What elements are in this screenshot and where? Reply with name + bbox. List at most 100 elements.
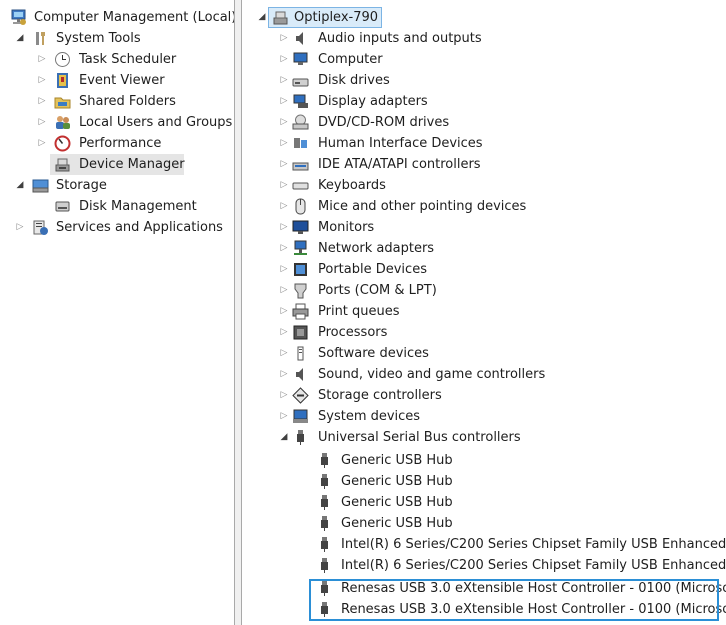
category-ports[interactable]: ▷ Ports (COM & LPT) [242, 280, 722, 301]
tree-node-computer-management[interactable]: Computer Management (Local) [0, 7, 234, 28]
computer-name-label: Optiplex-790 [294, 10, 379, 25]
device-tree-pane: ◢ Optiplex-790 ▷ Audio inputs and output… [241, 0, 726, 625]
tree-node-task-scheduler[interactable]: ▷ Task Scheduler [0, 49, 234, 70]
usb-device-label: Intel(R) 6 Series/C200 Series Chipset Fa… [341, 537, 726, 552]
expanded-arrow-icon[interactable]: ◢ [256, 7, 268, 28]
collapsed-arrow-icon[interactable]: ▷ [278, 280, 290, 301]
usb-icon [292, 429, 309, 446]
tree-node-storage[interactable]: ◢ Storage [0, 175, 234, 196]
collapsed-arrow-icon[interactable]: ▷ [278, 385, 290, 406]
printer-icon [292, 303, 309, 320]
collapsed-arrow-icon[interactable]: ▷ [278, 343, 290, 364]
tree-node-label: Task Scheduler [79, 52, 177, 67]
tree-node-disk-management[interactable]: Disk Management [0, 196, 234, 217]
category-label: Software devices [318, 346, 429, 361]
category-label: Processors [318, 325, 388, 340]
usb-device-icon [316, 452, 333, 469]
collapsed-arrow-icon[interactable]: ▷ [14, 217, 26, 238]
collapsed-arrow-icon[interactable]: ▷ [278, 259, 290, 280]
disk-drive-icon [292, 72, 309, 89]
collapsed-arrow-icon[interactable]: ▷ [278, 196, 290, 217]
collapsed-arrow-icon[interactable]: ▷ [278, 406, 290, 427]
tree-node-device-manager[interactable]: Device Manager [50, 154, 185, 175]
console-tree-pane: Computer Management (Local) ◢ System Too… [0, 0, 235, 625]
collapsed-arrow-icon[interactable]: ▷ [278, 301, 290, 322]
category-human-interface-devices[interactable]: ▷ Human Interface Devices [242, 133, 722, 154]
category-software-devices[interactable]: ▷ Software devices [242, 343, 722, 364]
tree-node-label: Storage [56, 178, 107, 193]
storage-controller-icon [292, 387, 309, 404]
category-disk-drives[interactable]: ▷ Disk drives [242, 70, 722, 91]
category-label: Display adapters [318, 94, 428, 109]
tree-node-event-viewer[interactable]: ▷ Event Viewer [0, 70, 234, 91]
usb-device-item[interactable]: Intel(R) 6 Series/C200 Series Chipset Fa… [242, 555, 726, 576]
collapsed-arrow-icon[interactable]: ▷ [36, 70, 48, 91]
category-keyboards[interactable]: ▷ Keyboards [242, 175, 722, 196]
usb-device-icon [316, 494, 333, 511]
usb-device-item[interactable]: Generic USB Hub [242, 492, 726, 513]
usb-device-item[interactable]: Generic USB Hub [242, 450, 726, 471]
category-system-devices[interactable]: ▷ System devices [242, 406, 722, 427]
tree-node-services-applications[interactable]: ▷ Services and Applications [0, 217, 234, 238]
tree-node-label: Performance [79, 136, 162, 151]
category-usb-controllers[interactable]: ◢ Universal Serial Bus controllers [242, 427, 722, 448]
collapsed-arrow-icon[interactable]: ▷ [278, 175, 290, 196]
tree-node-label: Disk Management [79, 199, 197, 214]
usb-device-icon [316, 515, 333, 532]
category-print-queues[interactable]: ▷ Print queues [242, 301, 722, 322]
system-device-icon [292, 408, 309, 425]
collapsed-arrow-icon[interactable]: ▷ [36, 112, 48, 133]
category-label: Ports (COM & LPT) [318, 283, 437, 298]
usb-device-icon [316, 557, 333, 574]
collapsed-arrow-icon[interactable]: ▷ [278, 154, 290, 175]
tree-node-local-users-groups[interactable]: ▷ Local Users and Groups [0, 112, 234, 133]
usb-device-icon [316, 536, 333, 553]
collapsed-arrow-icon[interactable]: ▷ [278, 217, 290, 238]
category-dvd-cdrom-drives[interactable]: ▷ DVD/CD-ROM drives [242, 112, 722, 133]
collapsed-arrow-icon[interactable]: ▷ [278, 133, 290, 154]
category-label: System devices [318, 409, 421, 424]
usb-device-item[interactable]: Generic USB Hub [242, 471, 726, 492]
expanded-arrow-icon[interactable]: ◢ [278, 427, 290, 448]
collapsed-arrow-icon[interactable]: ▷ [278, 112, 290, 133]
category-label: Audio inputs and outputs [318, 31, 482, 46]
category-monitors[interactable]: ▷ Monitors [242, 217, 722, 238]
collapsed-arrow-icon[interactable]: ▷ [278, 28, 290, 49]
tree-node-system-tools[interactable]: ◢ System Tools [0, 28, 234, 49]
users-icon [54, 114, 71, 131]
tree-node-performance[interactable]: ▷ Performance [0, 133, 234, 154]
usb-device-item[interactable]: Generic USB Hub [242, 513, 726, 534]
category-network-adapters[interactable]: ▷ Network adapters [242, 238, 722, 259]
tree-node-computer-root[interactable]: ◢ Optiplex-790 [242, 7, 402, 28]
category-sound-video-game[interactable]: ▷ Sound, video and game controllers [242, 364, 722, 385]
usb-device-label: Generic USB Hub [341, 453, 453, 468]
tree-node-label: Services and Applications [56, 220, 223, 235]
collapsed-arrow-icon[interactable]: ▷ [278, 70, 290, 91]
collapsed-arrow-icon[interactable]: ▷ [36, 133, 48, 154]
category-processors[interactable]: ▷ Processors [242, 322, 722, 343]
category-computer[interactable]: ▷ Computer [242, 49, 722, 70]
tree-node-shared-folders[interactable]: ▷ Shared Folders [0, 91, 234, 112]
processor-icon [292, 324, 309, 341]
category-audio-inputs-outputs[interactable]: ▷ Audio inputs and outputs [242, 28, 722, 49]
category-ide-ata-atapi[interactable]: ▷ IDE ATA/ATAPI controllers [242, 154, 722, 175]
storage-icon [32, 177, 49, 194]
collapsed-arrow-icon[interactable]: ▷ [36, 91, 48, 112]
category-mice-pointing[interactable]: ▷ Mice and other pointing devices [242, 196, 722, 217]
services-icon [32, 219, 49, 236]
collapsed-arrow-icon[interactable]: ▷ [278, 238, 290, 259]
expanded-arrow-icon[interactable]: ◢ [14, 28, 26, 49]
collapsed-arrow-icon[interactable]: ▷ [278, 364, 290, 385]
category-portable-devices[interactable]: ▷ Portable Devices [242, 259, 722, 280]
category-display-adapters[interactable]: ▷ Display adapters [242, 91, 722, 112]
category-storage-controllers[interactable]: ▷ Storage controllers [242, 385, 722, 406]
collapsed-arrow-icon[interactable]: ▷ [278, 322, 290, 343]
usb-device-item[interactable]: Intel(R) 6 Series/C200 Series Chipset Fa… [242, 534, 726, 555]
dvd-drive-icon [292, 114, 309, 131]
collapsed-arrow-icon[interactable]: ▷ [278, 91, 290, 112]
collapsed-arrow-icon[interactable]: ▷ [36, 49, 48, 70]
expanded-arrow-icon[interactable]: ◢ [14, 175, 26, 196]
collapsed-arrow-icon[interactable]: ▷ [278, 49, 290, 70]
ide-controller-icon [292, 156, 309, 173]
tree-node-label: Event Viewer [79, 73, 165, 88]
